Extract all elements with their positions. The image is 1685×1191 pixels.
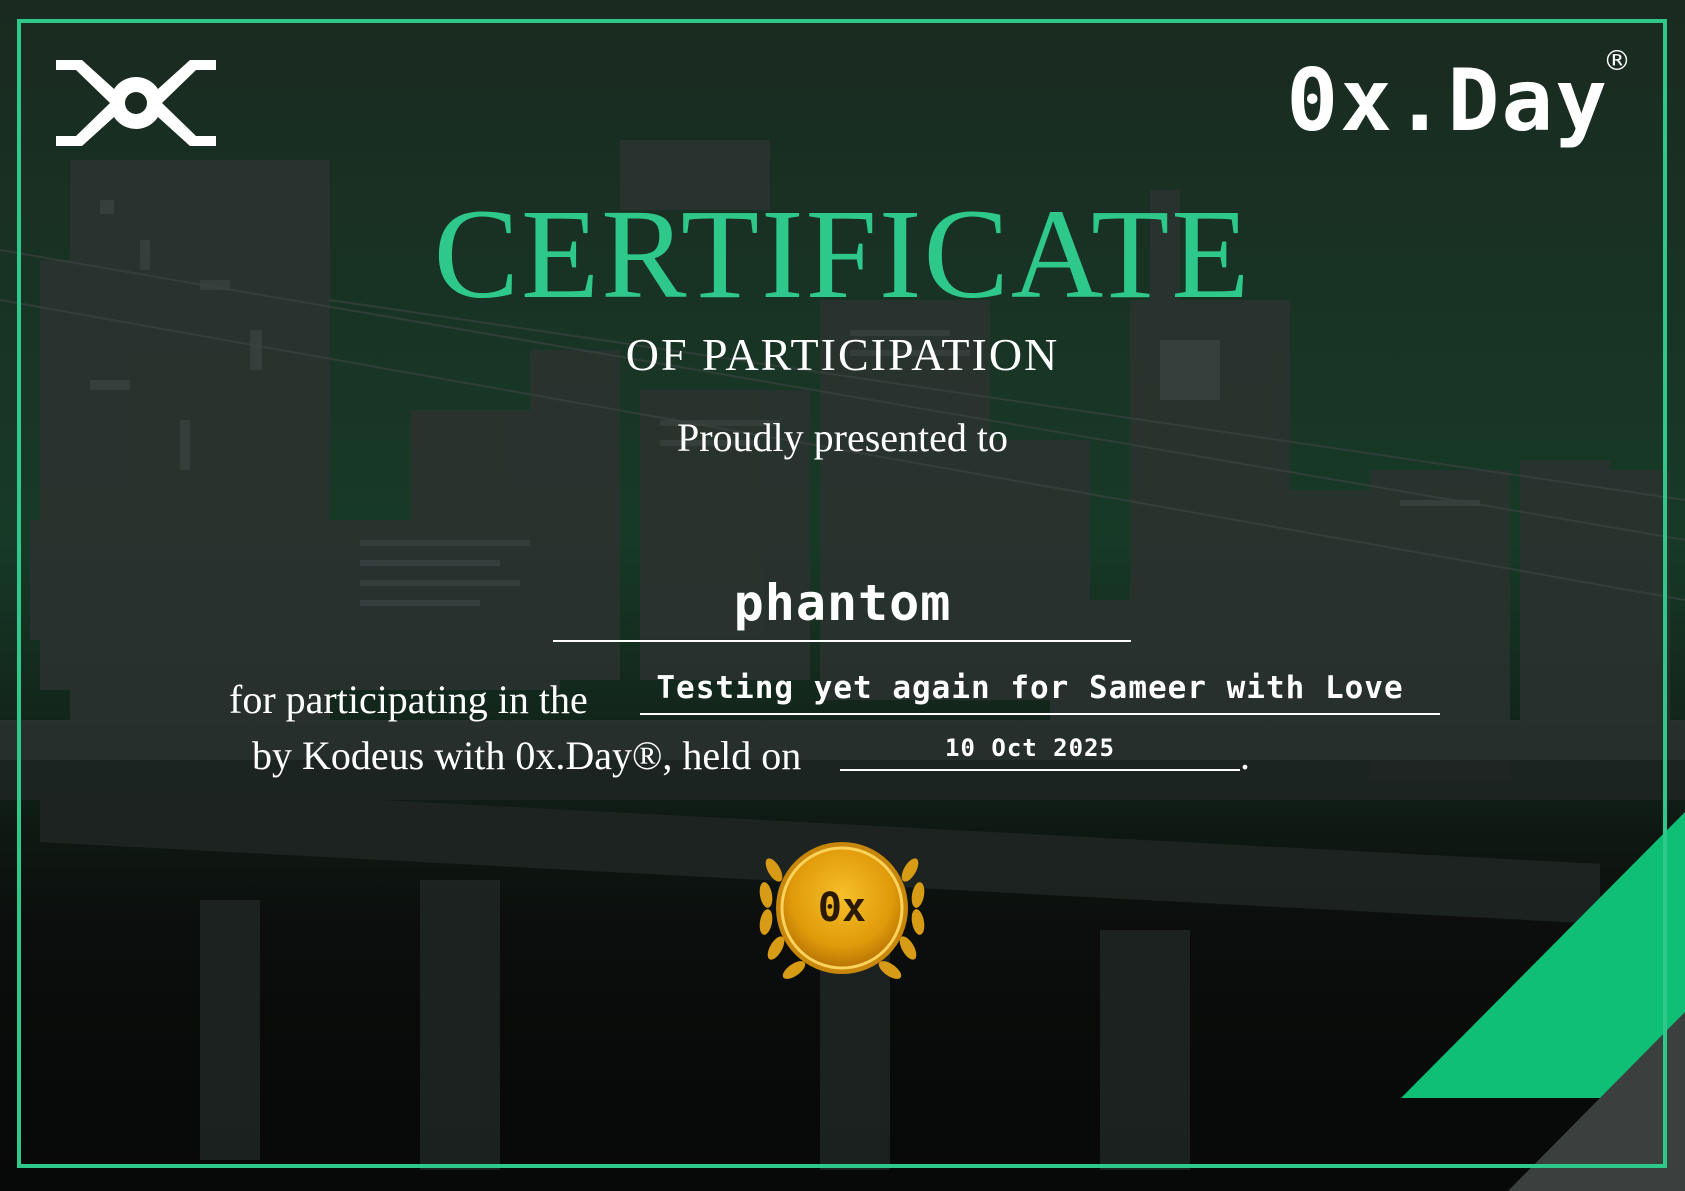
recipient-name: phantom [733, 574, 952, 632]
date-period: . [1240, 733, 1250, 778]
seal-label: 0x [817, 885, 867, 931]
eye-logo-icon [56, 60, 216, 146]
certificate-subtitle: OF PARTICIPATION [625, 329, 1060, 380]
certificate-title: CERTIFICATE [433, 183, 1252, 325]
event-underline [640, 713, 1440, 715]
registered-mark: ® [1603, 44, 1631, 77]
event-name: Testing yet again for Sameer with Love [656, 670, 1404, 706]
participation-prefix: for participating in the [229, 677, 588, 722]
presented-label: Proudly presented to [676, 415, 1009, 460]
certificate-page: 0x.Day ® CERTIFICATE OF PARTICIPATION Pr… [0, 0, 1685, 1191]
date-underline [840, 769, 1240, 771]
brand-wordmark: 0x.Day [1286, 51, 1609, 151]
recipient-underline [553, 640, 1131, 642]
organizer-text: by Kodeus with 0x.Day®, held on [252, 733, 802, 778]
event-date: 10 Oct 2025 [945, 734, 1115, 762]
